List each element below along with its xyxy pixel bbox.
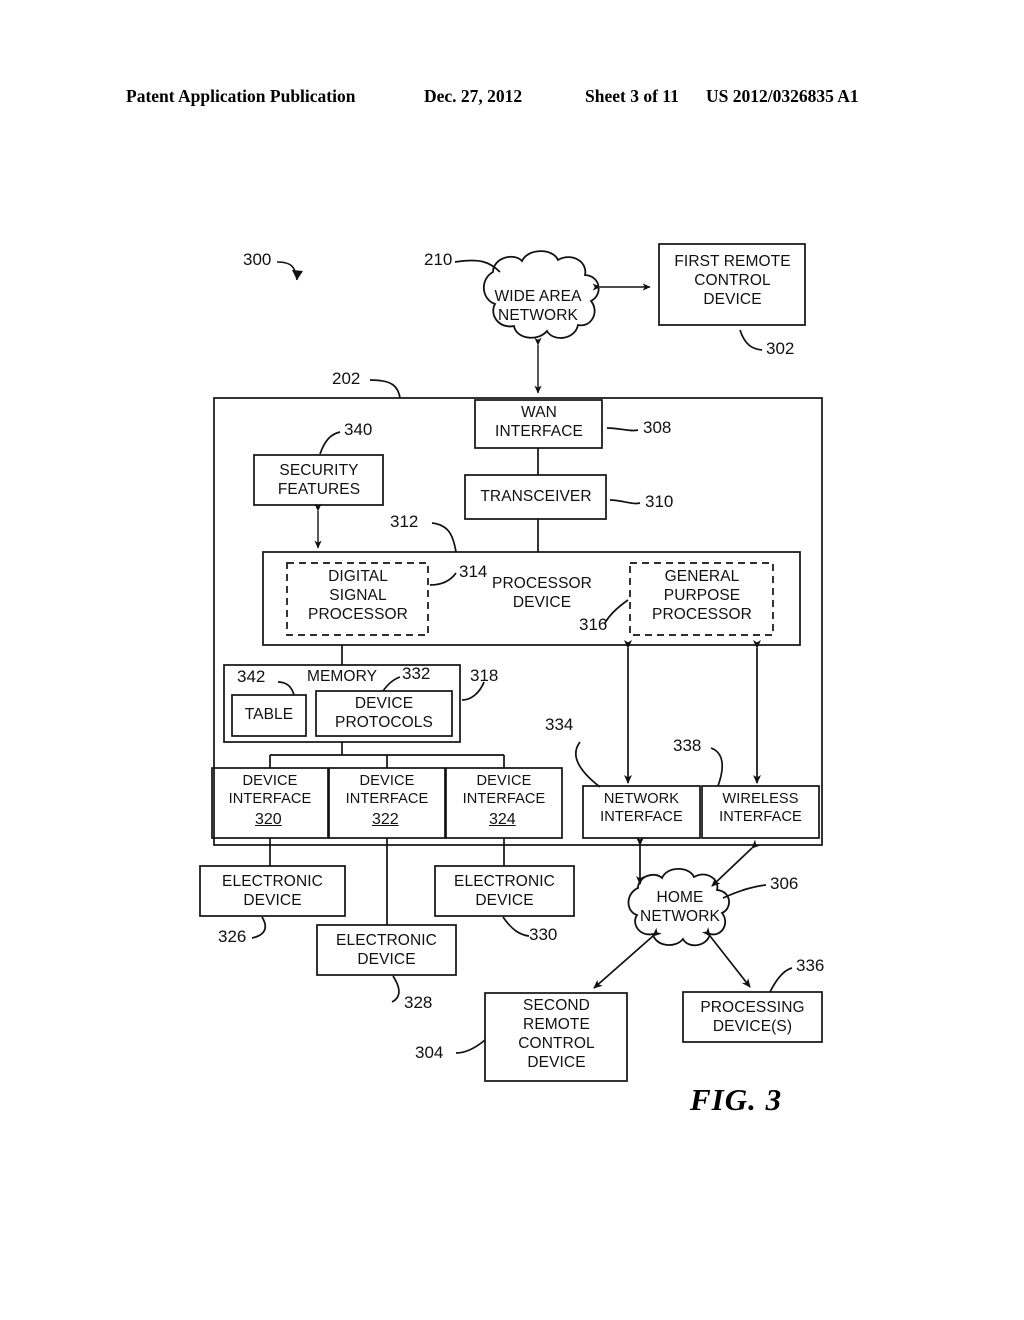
lead-304: [455, 1039, 486, 1054]
ref-210: 210: [424, 250, 453, 269]
device-interface-1-label: DEVICE INTERFACE: [228, 773, 312, 807]
wan-interface-label: WAN INTERFACE: [495, 404, 583, 440]
security-features-label: SECURITY FEATURES: [277, 462, 361, 498]
lead-328: [391, 975, 400, 1003]
digital-signal-processor-label: DIGITAL SIGNAL PROCESSOR: [308, 568, 408, 623]
ref-342: 342: [237, 667, 266, 686]
electronic-device-2-label: ELECTRONIC DEVICE: [336, 932, 437, 968]
ref-308: 308: [643, 418, 672, 437]
ref-332: 332: [402, 664, 431, 683]
second-remote-control-label: SECOND REMOTE CONTROL DEVICE: [518, 997, 595, 1071]
patent-figure-page: Patent Application Publication Dec. 27, …: [0, 0, 1024, 1320]
home-network-label: HOME NETWORK: [640, 889, 720, 925]
ref-336: 336: [796, 956, 825, 975]
first-remote-control-label: FIRST REMOTE CONTROL DEVICE: [674, 253, 791, 308]
ref-316: 316: [579, 615, 608, 634]
wireless-interface-label: WIRELESS INTERFACE: [719, 791, 802, 825]
transceiver-label: TRANSCEIVER: [480, 488, 592, 505]
ref-320: 320: [255, 811, 282, 828]
lead-312: [431, 522, 457, 553]
ref-304: 304: [415, 1043, 444, 1062]
ref-334: 334: [545, 715, 574, 734]
processing-devices-label: PROCESSING DEVICE(S): [700, 999, 805, 1035]
lead-340: [319, 431, 341, 455]
lead-336: [769, 967, 793, 993]
lead-314: [429, 572, 457, 586]
lead-342: [277, 681, 295, 696]
device-interface-3-label: DEVICE INTERFACE: [462, 773, 546, 807]
lead-326: [251, 916, 267, 939]
ref-302: 302: [766, 339, 795, 358]
device-interface-2-label: DEVICE INTERFACE: [345, 773, 429, 807]
edge-home-network-to-second-remote: [593, 927, 662, 989]
lead-334: [574, 741, 601, 788]
device-protocols-label: DEVICE PROTOCOLS: [335, 695, 433, 731]
ref-328: 328: [404, 993, 433, 1012]
electronic-device-1-label: ELECTRONIC DEVICE: [222, 873, 323, 909]
ref-322: 322: [372, 811, 399, 828]
electronic-device-3-label: ELECTRONIC DEVICE: [454, 873, 555, 909]
table-label: TABLE: [244, 706, 294, 723]
ref-314: 314: [459, 562, 488, 581]
ref-338: 338: [673, 736, 702, 755]
ref-330: 330: [529, 925, 558, 944]
edge-home-network-to-processing-devices: [701, 927, 751, 988]
network-interface-label: NETWORK INTERFACE: [600, 791, 683, 825]
lead-316: [604, 599, 629, 624]
lead-202: [369, 379, 401, 399]
edge-wireless-interface-to-home-network: [711, 839, 761, 887]
ref-306: 306: [770, 874, 799, 893]
ref-310: 310: [645, 492, 674, 511]
processor-device-label: PROCESSOR DEVICE: [492, 575, 592, 611]
lead-338: [710, 747, 724, 787]
ref-340: 340: [344, 420, 373, 439]
general-purpose-processor-label: GENERAL PURPOSE PROCESSOR: [652, 568, 752, 623]
figure-lineart: [199, 243, 823, 1082]
lead-310: [609, 499, 641, 505]
lead-302: [739, 329, 763, 351]
ref-300: 300: [243, 250, 272, 269]
lead-330: [502, 916, 530, 937]
figure-caption: FIG. 3: [690, 1082, 783, 1117]
ref-202: 202: [332, 369, 361, 388]
ref-312: 312: [390, 512, 419, 531]
memory-label: MEMORY: [306, 668, 378, 685]
ref-318: 318: [470, 666, 499, 685]
lead-308: [606, 427, 639, 432]
lead-300-arrow: [292, 270, 303, 280]
ref-326: 326: [218, 927, 247, 946]
ref-324: 324: [489, 811, 516, 828]
wide-area-network-label: WIDE AREA NETWORK: [494, 288, 582, 324]
